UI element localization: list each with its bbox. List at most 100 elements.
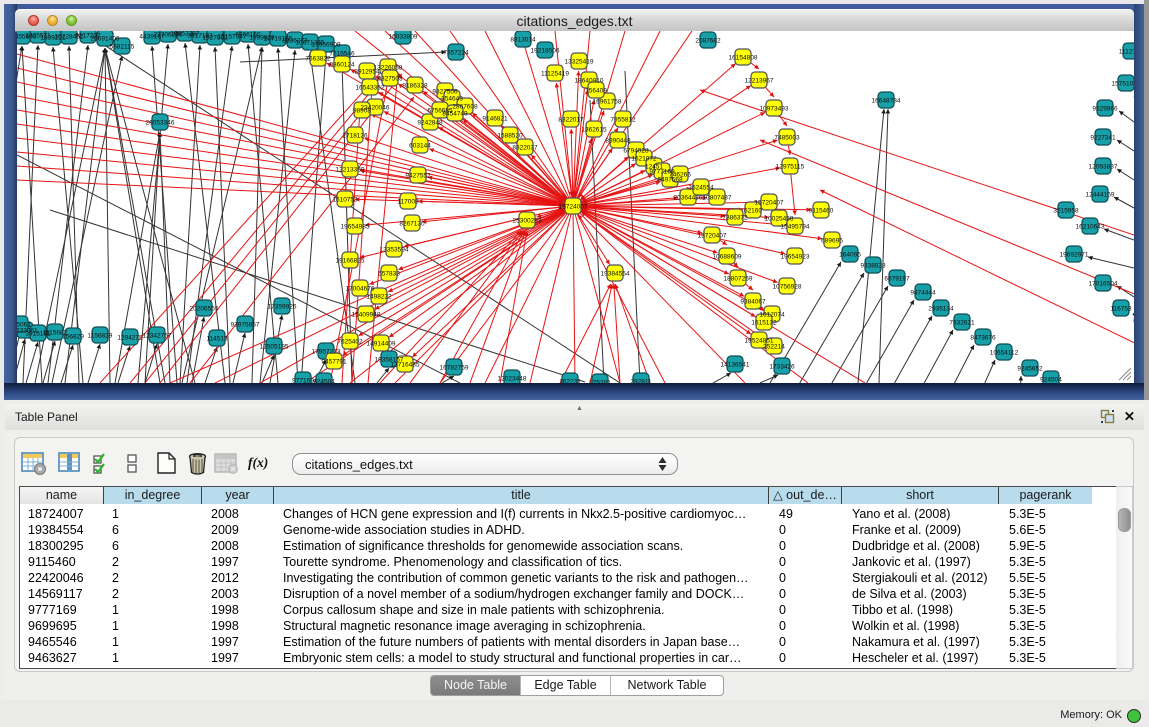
svg-text:14914409: 14914409: [367, 341, 396, 348]
svg-text:7955812: 7955812: [610, 117, 636, 124]
svg-text:15720407: 15720407: [755, 200, 784, 207]
svg-text:164095: 164095: [839, 252, 861, 259]
svg-text:16543362: 16543362: [356, 85, 385, 92]
svg-text:16961758: 16961758: [593, 99, 622, 106]
svg-text:20691406: 20691406: [91, 36, 120, 43]
svg-text:6879197: 6879197: [884, 276, 910, 283]
svg-text:746266: 746266: [669, 172, 691, 179]
svg-text:13226058: 13226058: [374, 65, 403, 72]
svg-text:1610753: 1610753: [332, 197, 358, 204]
svg-text:557833: 557833: [378, 271, 400, 278]
svg-text:117008: 117008: [397, 199, 419, 206]
svg-text:7386372: 7386372: [722, 215, 748, 222]
svg-text:9384067: 9384067: [740, 299, 766, 306]
svg-text:13353594: 13353594: [380, 247, 409, 254]
svg-text:9427552: 9427552: [405, 173, 431, 180]
svg-text:98908: 98908: [353, 108, 371, 115]
svg-text:9327503: 9327503: [377, 76, 403, 83]
svg-text:20364436: 20364436: [674, 195, 703, 202]
svg-text:8186328: 8186328: [402, 83, 428, 90]
svg-text:10025458: 10025458: [765, 216, 794, 223]
svg-text:156829: 156829: [62, 334, 84, 341]
svg-text:1588520: 1588520: [497, 133, 523, 140]
svg-text:689695: 689695: [821, 238, 843, 245]
svg-text:9529966: 9529966: [1092, 106, 1118, 113]
svg-text:25300293: 25300293: [513, 218, 542, 225]
svg-text:7485003: 7485003: [774, 135, 800, 142]
svg-text:1156829: 1156829: [88, 333, 113, 340]
svg-text:12444159: 12444159: [1086, 192, 1115, 199]
svg-text:162231: 162231: [559, 379, 581, 384]
svg-text:12975115: 12975115: [776, 164, 805, 171]
svg-text:1615132: 1615132: [751, 320, 777, 327]
svg-text:19384554: 19384554: [601, 271, 630, 278]
svg-text:18807269: 18807269: [724, 276, 753, 283]
svg-text:8322017: 8322017: [558, 117, 584, 124]
svg-text:15751074: 15751074: [1112, 81, 1134, 88]
svg-text:2935134: 2935134: [928, 306, 954, 313]
svg-text:292811: 292811: [630, 379, 652, 384]
svg-text:1362615: 1362615: [581, 127, 607, 134]
svg-text:9860124: 9860124: [329, 62, 355, 69]
svg-text:19166825: 19166825: [336, 258, 365, 265]
svg-text:875201: 875201: [589, 380, 611, 384]
svg-text:1112734: 1112734: [1119, 49, 1134, 56]
svg-text:16782759: 16782759: [440, 365, 469, 372]
svg-text:8990448: 8990448: [605, 138, 631, 145]
svg-text:18640910: 18640910: [575, 78, 604, 85]
svg-text:19654923: 19654923: [781, 254, 810, 261]
svg-text:10973493: 10973493: [760, 106, 789, 113]
svg-text:62160: 62160: [744, 208, 762, 215]
svg-text:9115460: 9115460: [809, 208, 834, 215]
svg-text:12093837: 12093837: [1089, 164, 1118, 171]
svg-text:1621072: 1621072: [631, 156, 657, 163]
svg-text:2718126: 2718126: [342, 133, 368, 140]
svg-text:435061: 435061: [17, 322, 31, 329]
svg-text:8322037: 8322037: [512, 145, 538, 152]
svg-text:8813014: 8813014: [510, 37, 536, 44]
svg-text:12505195: 12505195: [260, 344, 289, 351]
svg-text:5682115: 5682115: [110, 44, 135, 51]
svg-text:2867608: 2867608: [452, 104, 478, 111]
svg-text:8454749: 8454749: [442, 111, 468, 118]
svg-text:12023448: 12023448: [498, 376, 527, 383]
svg-text:12213967: 12213967: [745, 78, 774, 85]
svg-text:9245652: 9245652: [1017, 366, 1043, 373]
svg-text:19654985: 19654985: [341, 224, 370, 231]
svg-text:9338928: 9338928: [860, 263, 886, 270]
svg-text:18724007: 18724007: [559, 204, 588, 211]
svg-text:15409948: 15409948: [352, 312, 381, 319]
svg-text:10688609: 10688609: [713, 254, 742, 261]
svg-text:6794028: 6794028: [623, 148, 649, 155]
svg-text:114513: 114513: [206, 336, 228, 343]
svg-text:3215958: 3215958: [1053, 208, 1079, 215]
svg-text:19218506: 19218506: [531, 48, 560, 55]
svg-text:2087682: 2087682: [695, 38, 721, 45]
svg-text:16154808: 16154808: [729, 55, 758, 62]
svg-text:9327506: 9327506: [432, 89, 458, 96]
svg-text:1612074: 1612074: [759, 312, 785, 319]
svg-text:603144: 603144: [409, 143, 431, 150]
svg-text:17004676: 17004676: [346, 286, 375, 293]
svg-text:156409: 156409: [585, 88, 607, 95]
svg-text:93975857: 93975857: [231, 322, 260, 329]
svg-text:924504: 924504: [313, 379, 335, 384]
svg-text:252214: 252214: [763, 344, 785, 351]
svg-text:116753: 116753: [1110, 306, 1132, 313]
svg-text:7515546: 7515546: [329, 51, 355, 58]
svg-text:3624554: 3624554: [688, 185, 714, 192]
svg-text:14136541: 14136541: [721, 362, 750, 369]
svg-text:1733426: 1733426: [769, 364, 795, 371]
svg-text:13325419: 13325419: [565, 59, 594, 66]
svg-text:17359926: 17359926: [268, 304, 297, 311]
svg-text:9242848: 9242848: [417, 120, 443, 127]
svg-text:977169: 977169: [292, 378, 314, 384]
svg-text:16033809: 16033809: [389, 34, 418, 41]
svg-text:17016504: 17016504: [1089, 281, 1118, 288]
svg-text:19692971: 19692971: [1060, 252, 1089, 259]
svg-text:16210643: 16210643: [1076, 224, 1105, 231]
svg-text:15495794: 15495794: [781, 224, 810, 231]
svg-text:7357224: 7357224: [443, 50, 469, 57]
svg-text:13716485: 13716485: [391, 362, 420, 369]
svg-text:1294275: 1294275: [117, 335, 143, 342]
